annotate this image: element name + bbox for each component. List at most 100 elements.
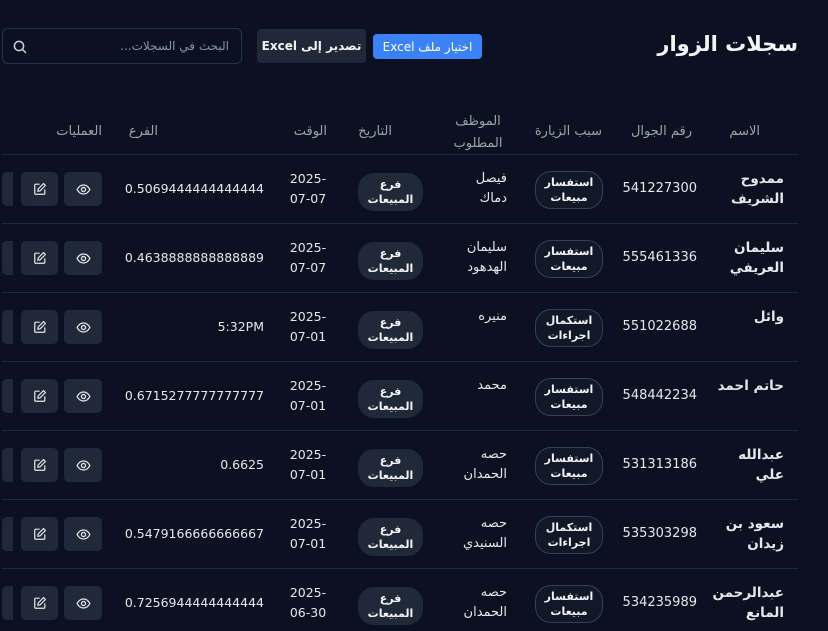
visitor-name: سليمان العريفي: [729, 240, 784, 276]
visit-date: 2025-07-01: [289, 378, 327, 413]
visitor-phone: 555461336: [622, 250, 697, 265]
branch-badge: فرع المبيعات: [358, 311, 423, 349]
table-row: وائل 551022688 استكمال اجراءات منيره فرع الم…: [2, 293, 798, 362]
visit-date: 2025-07-01: [289, 447, 327, 482]
view-button[interactable]: [64, 517, 102, 551]
employee-name: محمد: [477, 378, 507, 393]
visit-time: 0.5479166666666667: [124, 526, 264, 541]
more-actions-button[interactable]: [2, 241, 13, 275]
reason-badge: استفسار مبيعات: [535, 585, 603, 623]
column-header-branch: الفرع: [128, 124, 158, 139]
visitor-phone: 535303298: [622, 526, 697, 541]
eye-icon: [75, 320, 91, 335]
reason-badge: استكمال اجراءات: [535, 516, 603, 554]
visitor-name: سعود بن زيدان: [725, 516, 784, 552]
table-row: سعود بن زيدان 535303298 استكمال اجراءات حصه…: [2, 500, 798, 569]
edit-button[interactable]: [21, 241, 58, 275]
reason-badge: استفسار مبيعات: [535, 171, 603, 209]
edit-icon: [33, 389, 47, 403]
edit-icon: [33, 596, 47, 610]
eye-icon: [75, 389, 91, 404]
reason-badge: استفسار مبيعات: [535, 240, 603, 278]
visitor-phone: 551022688: [622, 319, 697, 334]
more-actions-button[interactable]: [2, 586, 13, 620]
edit-icon: [33, 527, 47, 541]
edit-icon: [33, 182, 47, 196]
eye-icon: [75, 527, 91, 542]
view-button[interactable]: [64, 241, 102, 275]
edit-button[interactable]: [21, 517, 58, 551]
edit-icon: [33, 458, 47, 472]
view-button[interactable]: [64, 379, 102, 413]
visit-date: 2025-07-07: [289, 240, 327, 275]
branch-badge: فرع المبيعات: [358, 518, 423, 556]
search-box: [2, 28, 242, 64]
more-actions-button[interactable]: [2, 379, 13, 413]
edit-button[interactable]: [21, 172, 58, 206]
branch-badge: فرع المبيعات: [358, 449, 423, 487]
visit-date: 2025-07-07: [289, 171, 327, 206]
table-row: عبدالرحمن المانع 534235989 استفسار مبيعات ح…: [2, 569, 798, 631]
branch-badge: فرع المبيعات: [358, 587, 423, 625]
visitor-name: عبدالله علي: [738, 447, 784, 483]
employee-name: سليمان الهدهود: [466, 240, 507, 275]
view-button[interactable]: [64, 586, 102, 620]
table-row: سليمان العريفي 555461336 استفسار مبيعات سلي…: [2, 224, 798, 293]
edit-button[interactable]: [21, 310, 58, 344]
table-header: الاسم رقم الجوال سبب الزيارة الموظف المط…: [2, 106, 798, 155]
eye-icon: [75, 182, 91, 197]
visit-time: 0.6715277777777777: [124, 388, 264, 403]
eye-icon: [75, 251, 91, 266]
employee-name: حصه السنيدي: [462, 516, 507, 551]
visit-time: 0.4638888888888889: [124, 250, 264, 265]
view-button[interactable]: [64, 172, 102, 206]
employee-name: فيصل دماك: [475, 171, 507, 206]
column-header-time: الوقت: [293, 124, 327, 139]
visit-date: 2025-07-01: [289, 309, 327, 344]
choose-excel-file-button[interactable]: اختيار ملف Excel: [373, 34, 482, 59]
visit-time: 0.6625: [220, 457, 264, 472]
branch-badge: فرع المبيعات: [358, 242, 423, 280]
more-actions-button[interactable]: [2, 517, 13, 551]
table-row: حاتم احمد 548442234 استفسار مبيعات محمد فرع …: [2, 362, 798, 431]
view-button[interactable]: [64, 448, 102, 482]
visit-date: 2025-07-01: [289, 516, 327, 551]
visit-time: 0.7256944444444444: [124, 595, 264, 610]
more-actions-button[interactable]: [2, 310, 13, 344]
edit-icon: [33, 251, 47, 265]
edit-button[interactable]: [21, 448, 58, 482]
more-actions-button[interactable]: [2, 448, 13, 482]
branch-badge: فرع المبيعات: [358, 173, 423, 211]
eye-icon: [75, 596, 91, 611]
more-actions-button[interactable]: [2, 172, 13, 206]
visitor-logs-page: سجلات الزوار اختيار ملف Excel تصدير إلى …: [0, 0, 828, 631]
visitor-phone: 541227300: [622, 181, 697, 196]
edit-button[interactable]: [21, 379, 58, 413]
employee-name: منيره: [478, 309, 507, 324]
column-header-phone: رقم الجوال: [630, 124, 692, 139]
visitor-name: ممدوح الشريف: [731, 171, 784, 207]
visit-time: 0.5069444444444444: [124, 181, 264, 196]
table-row: عبدالله علي 531313186 استفسار مبيعات حصه ال…: [2, 431, 798, 500]
table-row: ممدوح الشريف 541227300 استفسار مبيعات فيصل …: [2, 155, 798, 224]
employee-name: حصه الحمدان: [463, 447, 507, 482]
visit-time: 5:32PM: [217, 319, 264, 334]
search-icon: [13, 40, 27, 54]
visitor-name: حاتم احمد: [717, 378, 784, 394]
search-input[interactable]: [27, 38, 231, 54]
visit-date: 2025-06-30: [289, 585, 327, 620]
export-excel-button[interactable]: تصدير إلى Excel: [257, 29, 366, 63]
reason-badge: استكمال اجراءات: [535, 309, 603, 347]
table-body: ممدوح الشريف 541227300 استفسار مبيعات فيصل …: [2, 155, 798, 631]
eye-icon: [75, 458, 91, 473]
page-title: سجلات الزوار: [657, 32, 798, 56]
employee-name: حصه الحمدان: [463, 585, 507, 620]
reason-badge: استفسار مبيعات: [535, 447, 603, 485]
branch-badge: فرع المبيعات: [358, 380, 423, 418]
view-button[interactable]: [64, 310, 102, 344]
visitor-phone: 548442234: [622, 388, 697, 403]
reason-badge: استفسار مبيعات: [535, 378, 603, 416]
visitor-table: الاسم رقم الجوال سبب الزيارة الموظف المط…: [2, 106, 798, 631]
visitor-phone: 534235989: [622, 595, 697, 610]
edit-button[interactable]: [21, 586, 58, 620]
